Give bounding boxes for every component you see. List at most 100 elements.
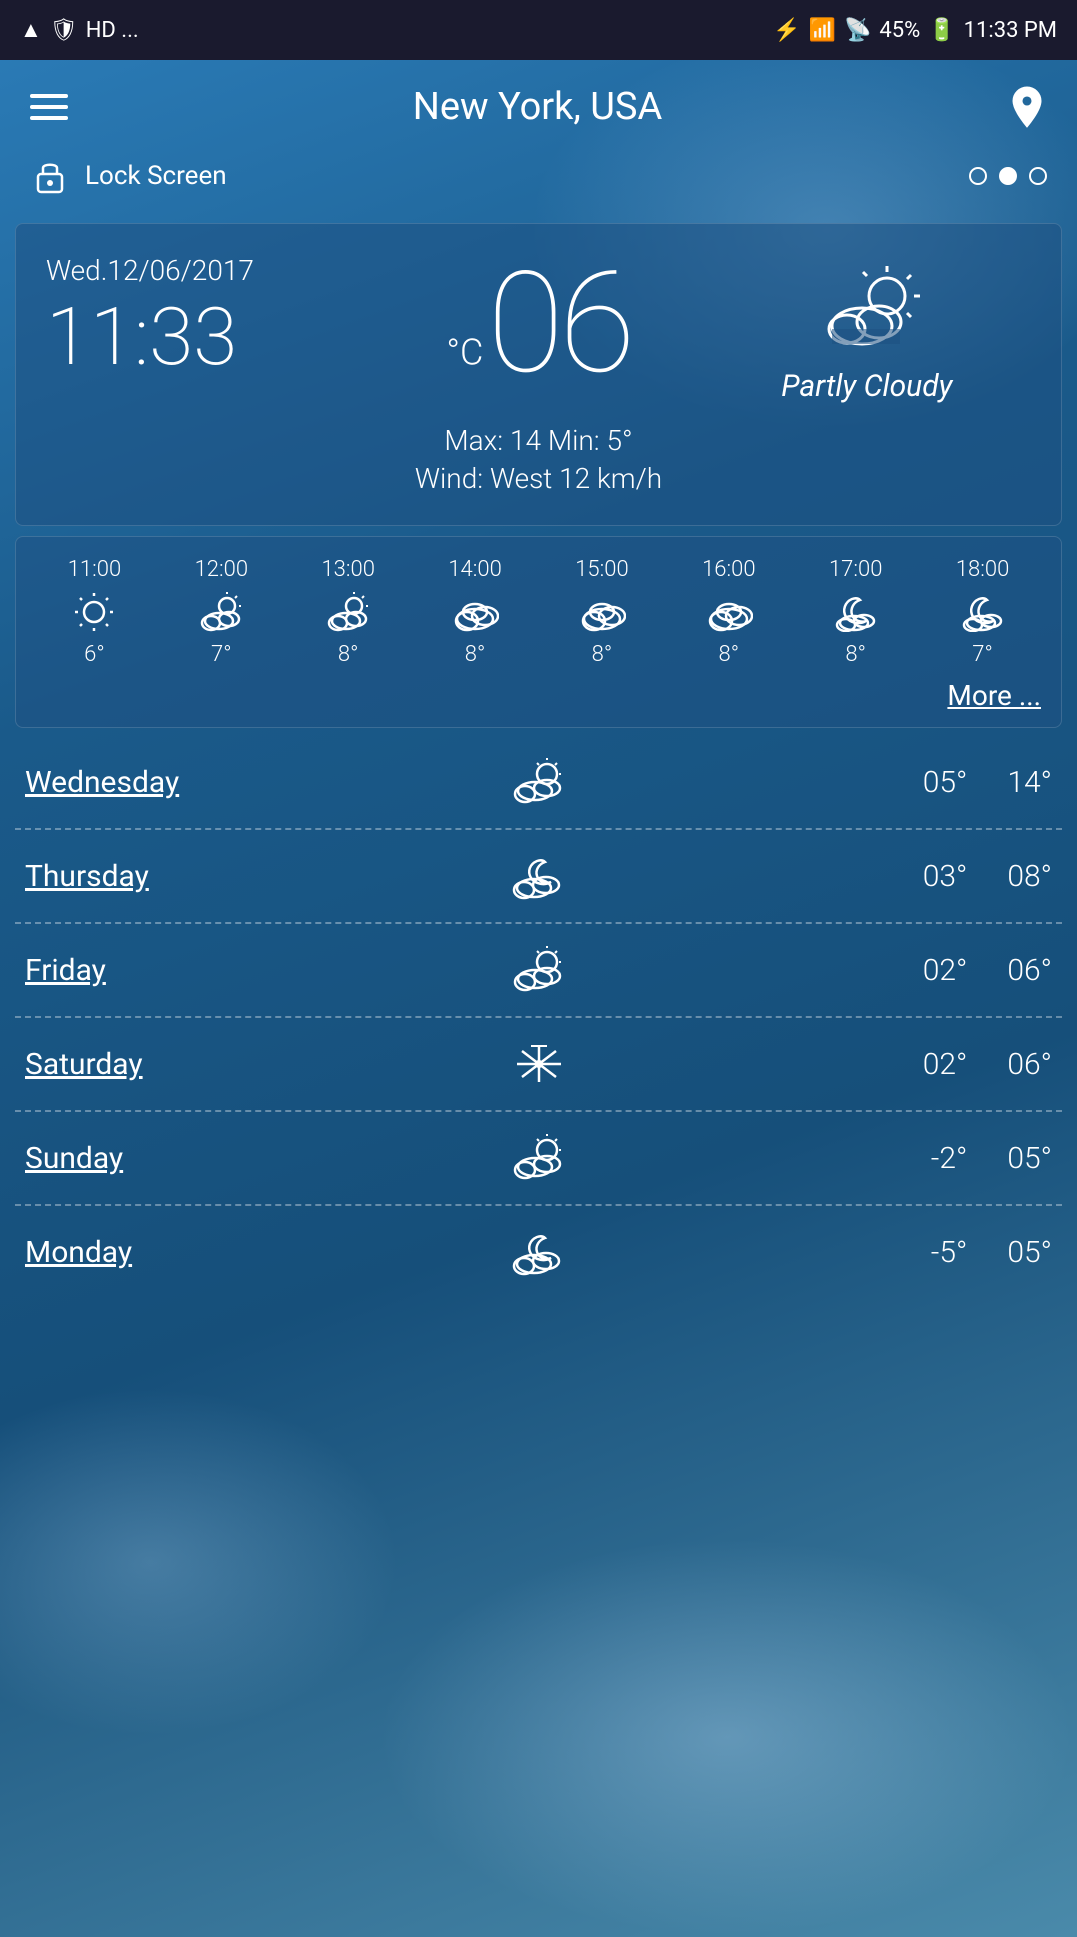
lockscreen-row: Lock Screen [0, 154, 1077, 213]
hourly-forecast-card: 11:00 6° 12:00 [15, 536, 1062, 728]
sunday-max: 05° [1007, 1141, 1052, 1176]
partly-cloudy-icon [197, 592, 245, 632]
temp-unit: °C [446, 332, 483, 374]
wind-info: Wind: West 12 km/h [46, 462, 1031, 495]
status-right: ⚡ 📶 📡 45% 🔋 11:33 PM [773, 18, 1057, 43]
saturday-temps: 02° 06° [641, 1047, 1052, 1082]
dot-2[interactable] [999, 167, 1017, 185]
wifi-icon: 📶 [809, 18, 836, 43]
saturday-icon [436, 1040, 641, 1088]
daily-row-monday[interactable]: Monday -5° 05° [15, 1206, 1062, 1298]
night-cloudy-icon-2 [959, 592, 1007, 632]
friday-weather-icon [509, 946, 569, 994]
day-thursday: Thursday [25, 859, 436, 894]
current-weather-card: Wed.12/06/2017 11:33 °C 06 [15, 223, 1062, 526]
current-date: Wed.12/06/2017 [46, 254, 374, 287]
saturday-max: 06° [1007, 1047, 1052, 1082]
hourly-item-5: 16:00 8° [665, 557, 792, 667]
shield-icon: 🛡 [50, 18, 78, 43]
wednesday-min: 05° [923, 765, 968, 800]
monday-temps: -5° 05° [641, 1235, 1052, 1270]
daily-row-wednesday[interactable]: Wednesday 05° 14° [15, 736, 1062, 830]
cloudy-icon-2 [578, 592, 626, 632]
monday-min: -5° [931, 1235, 968, 1270]
friday-min: 02° [923, 953, 968, 988]
friday-temps: 02° 06° [641, 953, 1052, 988]
hourly-item-3: 14:00 8° [412, 557, 539, 667]
daily-row-thursday[interactable]: Thursday 03° 08° [15, 830, 1062, 924]
signal-bars: 📡 [844, 18, 871, 43]
cloudy-icon [451, 592, 499, 632]
weather-condition: Partly Cloudy [781, 369, 952, 404]
lock-screen-label: Lock Screen [85, 161, 227, 191]
saturday-min: 02° [923, 1047, 968, 1082]
city-title: New York, USA [413, 85, 663, 129]
monday-weather-icon [509, 1228, 569, 1276]
date-time-section: Wed.12/06/2017 11:33 [46, 254, 374, 377]
wednesday-max: 14° [1007, 765, 1052, 800]
monday-max: 05° [1007, 1235, 1052, 1270]
thursday-min: 03° [923, 859, 968, 894]
day-friday: Friday [25, 953, 436, 988]
lock-icon [30, 154, 70, 198]
sim-icon: ▲ [20, 17, 42, 43]
day-sunday: Sunday [25, 1141, 436, 1176]
daily-row-saturday[interactable]: Saturday 02° 06° [15, 1018, 1062, 1112]
daily-forecast-section: Wednesday 05° 14° Thursday [15, 736, 1062, 1298]
daily-row-friday[interactable]: Friday 02° 06° [15, 924, 1062, 1018]
clock-status: 11:33 PM [964, 18, 1057, 43]
daily-row-sunday[interactable]: Sunday -2° 05° [15, 1112, 1062, 1206]
temperature-value: 06 [487, 242, 630, 406]
partly-cloudy-icon-2 [324, 592, 372, 632]
status-bar: ▲ 🛡 HD ... ⚡ 📶 📡 45% 🔋 11:33 PM [0, 0, 1077, 60]
hamburger-menu[interactable] [30, 94, 68, 120]
app-background: New York, USA Lock Screen Wed.12/06/2017… [0, 60, 1077, 1937]
lock-screen-button[interactable]: Lock Screen [30, 154, 227, 198]
day-saturday: Saturday [25, 1047, 436, 1082]
page-dots [969, 167, 1047, 185]
max-min-temp: Max: 14 Min: 5° [46, 424, 1031, 457]
dot-3[interactable] [1029, 167, 1047, 185]
thursday-icon [436, 852, 641, 900]
sunday-temps: -2° 05° [641, 1141, 1052, 1176]
sunday-weather-icon [509, 1134, 569, 1182]
hourly-item-0: 11:00 6° [31, 557, 158, 667]
thursday-weather-icon [509, 852, 569, 900]
wednesday-temps: 05° 14° [641, 765, 1052, 800]
hourly-grid: 11:00 6° 12:00 [31, 557, 1046, 667]
dot-1[interactable] [969, 167, 987, 185]
day-wednesday: Wednesday [25, 765, 436, 800]
wednesday-weather-icon [509, 758, 569, 806]
status-left: ▲ 🛡 HD ... [20, 17, 139, 43]
main-weather-icon [807, 264, 927, 359]
thursday-temps: 03° 08° [641, 859, 1052, 894]
sun-icon [70, 592, 118, 632]
wednesday-icon [436, 758, 641, 806]
temperature-section: °C 06 [374, 254, 702, 394]
friday-icon [436, 946, 641, 994]
sunday-icon [436, 1134, 641, 1182]
hourly-item-1: 12:00 7° [158, 557, 285, 667]
battery-icon: 🔋 [928, 18, 955, 43]
hd-label: HD ... [86, 18, 139, 43]
night-cloudy-icon [832, 592, 880, 632]
hourly-item-7: 18:00 7° [919, 557, 1046, 667]
current-time: 11:33 [46, 297, 374, 377]
friday-max: 06° [1007, 953, 1052, 988]
saturday-weather-icon [509, 1040, 569, 1088]
cloudy-icon-3 [705, 592, 753, 632]
location-icon[interactable] [1007, 85, 1047, 129]
more-link[interactable]: More ... [31, 667, 1046, 712]
day-monday: Monday [25, 1235, 436, 1270]
app-header: New York, USA [0, 60, 1077, 154]
bluetooth-icon: ⚡ [773, 18, 800, 43]
hourly-item-4: 15:00 8° [539, 557, 666, 667]
weather-icon-section: Partly Cloudy [703, 254, 1031, 404]
weather-details: Max: 14 Min: 5° Wind: West 12 km/h [46, 424, 1031, 495]
hourly-item-6: 17:00 8° [792, 557, 919, 667]
sunday-min: -2° [931, 1141, 968, 1176]
monday-icon [436, 1228, 641, 1276]
battery-label: 45% [879, 18, 920, 43]
thursday-max: 08° [1007, 859, 1052, 894]
hourly-item-2: 13:00 8° [285, 557, 412, 667]
